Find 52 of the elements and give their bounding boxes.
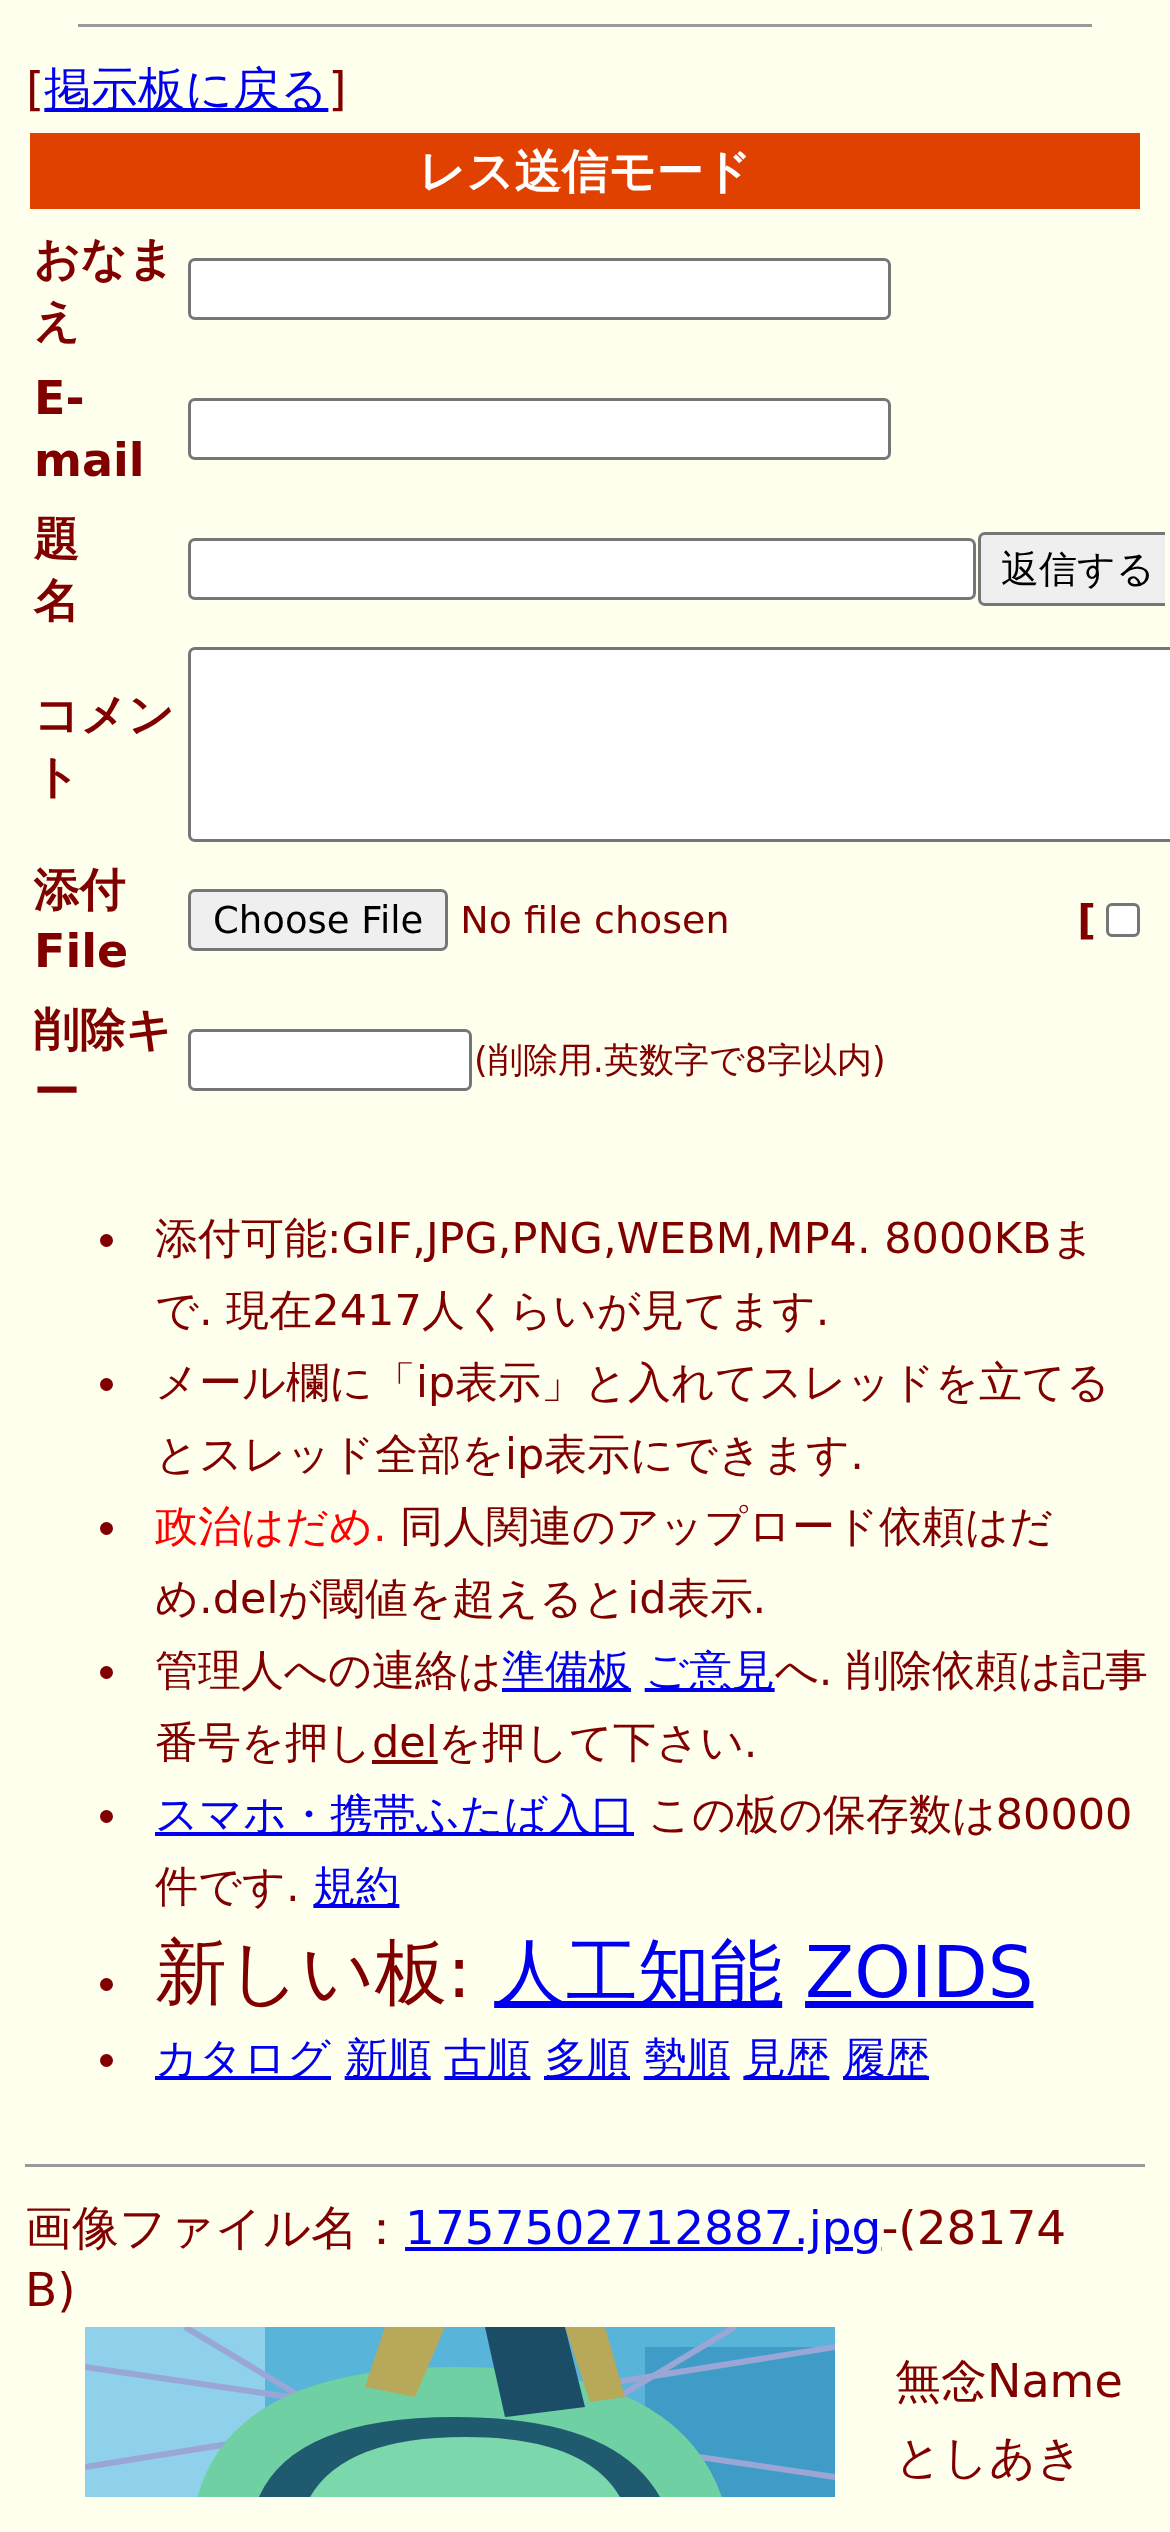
submit-button[interactable]: 返信する	[978, 532, 1165, 606]
hint-text: (削除用.英数字で8字以内)	[474, 1038, 886, 1082]
checkbox[interactable]	[1106, 903, 1140, 937]
form-header: レス送信モード	[30, 133, 1140, 209]
field-label: 題名	[34, 510, 81, 629]
link[interactable]: カタログ	[155, 2033, 331, 2083]
back-link[interactable]: 掲示板に戻る	[44, 61, 329, 116]
notice-text: メール欄に「ip表示」と入れてスレッドを立てるとスレッド全部をip表示にできます.	[155, 1356, 1112, 1481]
notice-text: 管理人への連絡は準備板 ご意見へ. 削除依頼は記事番号を押し del を押して下さい.	[155, 1644, 1149, 1769]
poster-name: としあき	[895, 2429, 1084, 2486]
file-link[interactable]: 1757502712887.jpg	[405, 2200, 882, 2255]
link[interactable]: ご意見	[644, 1645, 775, 1695]
link[interactable]: 勢順	[643, 2033, 730, 2083]
choose-file-button[interactable]: Choose File	[188, 889, 449, 951]
bullet-icon	[100, 1666, 113, 1679]
file-info-text: 画像ファイル名：1757502712887.jpg-(28174 B)	[25, 2199, 1068, 2319]
notice-text: 政治はだめ. 同人関連のアップロード依頼はだめ.delが閾値を超えるとid表示.	[155, 1500, 1055, 1625]
bullet-icon	[100, 1978, 113, 1991]
bracket: [	[1077, 896, 1096, 944]
link[interactable]: 人工知能	[494, 1930, 783, 2014]
bullet-icon	[100, 1810, 113, 1823]
field-label: コメント	[34, 685, 176, 805]
link[interactable]: 履歴	[843, 2033, 930, 2083]
link[interactable]: 多順	[544, 2033, 630, 2083]
link[interactable]: スマホ・携帯ふたば入口	[155, 1789, 634, 1839]
link[interactable]: 規約	[313, 1861, 400, 1911]
link[interactable]: 新順	[344, 2033, 431, 2083]
input-field[interactable]	[188, 1029, 472, 1091]
file-status: No file chosen	[460, 898, 730, 942]
input-field[interactable]	[188, 258, 891, 320]
field-label: 添付File	[34, 861, 130, 980]
link[interactable]: 準備板	[502, 1645, 631, 1695]
link[interactable]: 古順	[444, 2033, 531, 2083]
bullet-icon	[100, 1234, 113, 1247]
bracket: ]	[328, 61, 347, 116]
bullet-icon	[100, 1378, 113, 1391]
bullet-icon	[100, 1522, 113, 1535]
link[interactable]: 見歴	[743, 2033, 830, 2083]
link[interactable]: ZOIDS	[805, 1930, 1034, 2014]
field-label: E-mail	[34, 370, 146, 489]
subject-text: 無念	[895, 2354, 987, 2408]
field-label: 削除キー	[34, 1001, 174, 1120]
comment-field[interactable]	[188, 647, 1170, 842]
notice-text: スマホ・携帯ふたば入口 この板の保存数は80000件です. 規約	[155, 1788, 1134, 1913]
bracket: [	[26, 61, 45, 116]
bullet-icon	[100, 2054, 113, 2067]
field-label: おなまえ	[34, 230, 176, 349]
notice-text: 添付可能:GIF,JPG,PNG,WEBM,MP4. 8000KBまで. 現在2417人くらいが見てます.	[155, 1212, 1097, 1337]
input-field[interactable]	[188, 538, 976, 600]
name-label: Name	[987, 2354, 1123, 2408]
notice-text: 新しい板: 人工知能 ZOIDS	[155, 1929, 1034, 2016]
input-field[interactable]	[188, 398, 891, 460]
